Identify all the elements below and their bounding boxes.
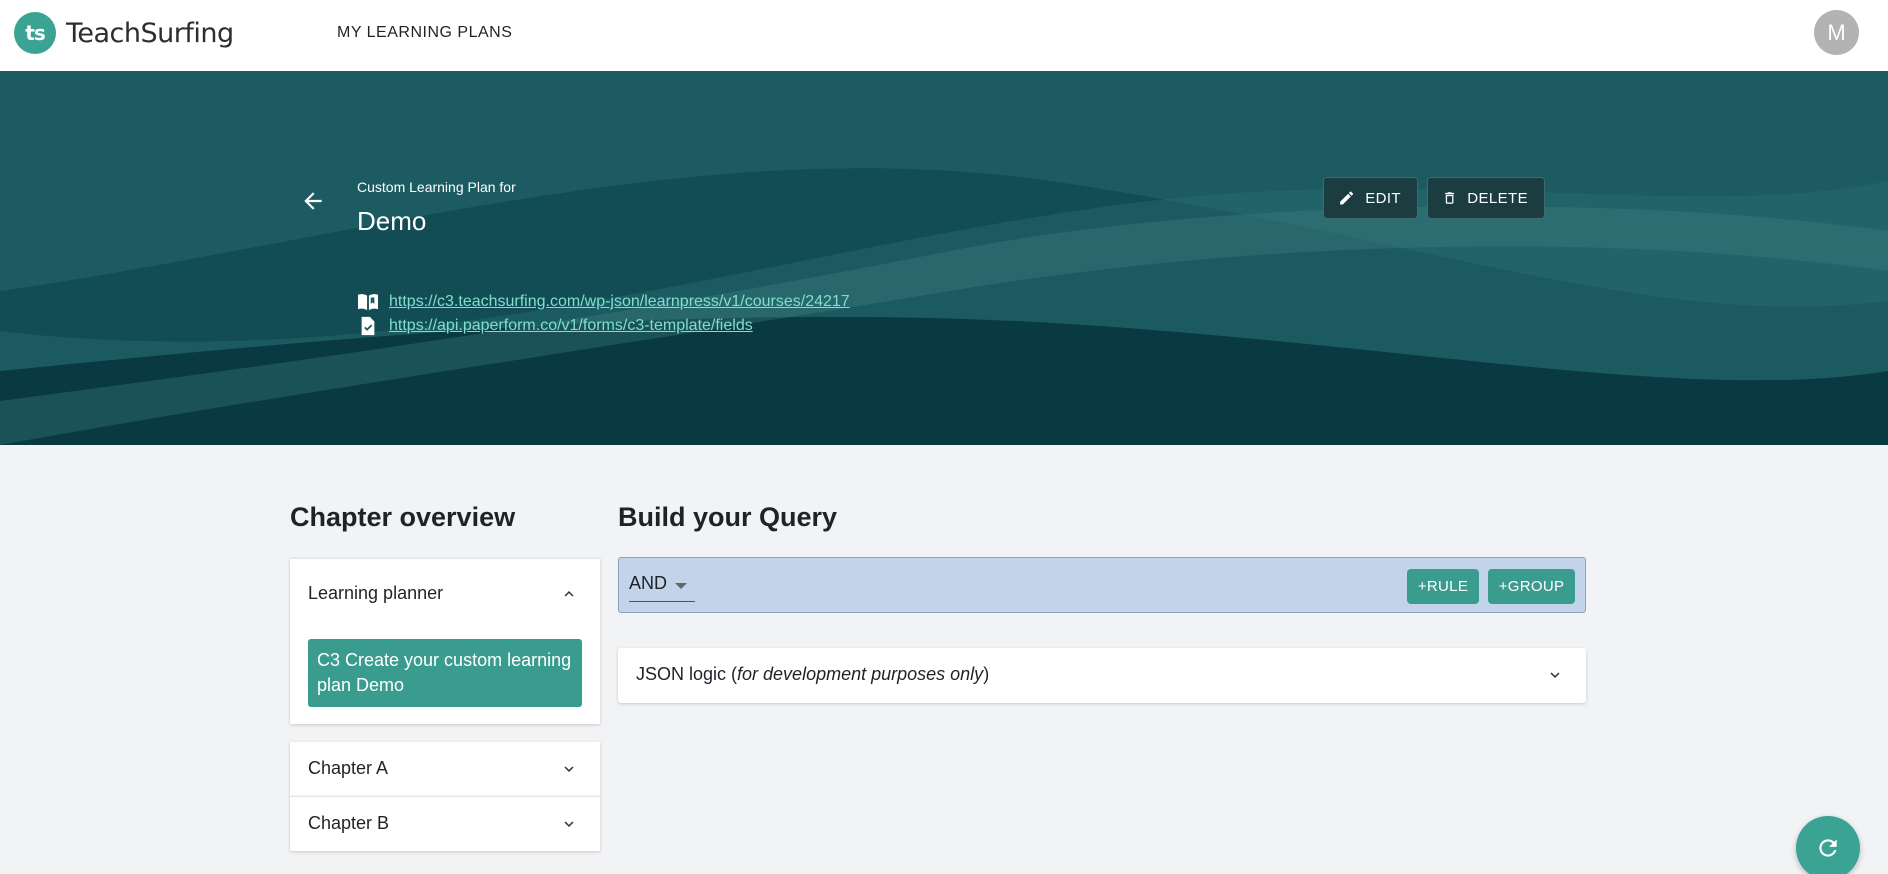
course-link-row: https://c3.teachsurfing.com/wp-json/lear… [357, 292, 850, 312]
refresh-icon [1819, 839, 1837, 857]
hero-subtitle: Custom Learning Plan for [357, 179, 516, 195]
top-navbar: ts TeachSurfing MY LEARNING PLANS M [0, 0, 1888, 71]
json-logic-prefix: JSON logic ( [636, 664, 738, 684]
app-logo[interactable]: ts TeachSurfing [14, 12, 234, 54]
json-logic-label: JSON logic (for development purposes onl… [636, 664, 989, 685]
chapter-b-panel[interactable]: Chapter B [290, 796, 600, 851]
caret-down-icon [675, 583, 687, 589]
json-logic-note: for development purposes only [737, 664, 984, 684]
nav-my-learning-plans[interactable]: MY LEARNING PLANS [337, 24, 512, 42]
edit-button-label: EDIT [1365, 189, 1401, 207]
learning-planner-label[interactable]: Learning planner [308, 583, 443, 604]
chapter-a-label: Chapter A [308, 758, 389, 778]
logo-icon: ts [14, 12, 56, 54]
chevron-down-icon[interactable] [1546, 666, 1564, 684]
build-query-title: Build your Query [618, 502, 838, 532]
add-group-button[interactable]: +GROUP [1488, 569, 1575, 604]
learning-planner-panel: Learning planner C3 Create your custom l… [290, 558, 600, 724]
form-link[interactable]: https://api.paperform.co/v1/forms/c3-tem… [389, 317, 753, 335]
chapter-a-panel[interactable]: Chapter A [290, 742, 600, 796]
json-logic-suffix: ) [983, 664, 990, 684]
delete-button[interactable]: DELETE [1427, 177, 1545, 219]
chevron-up-icon[interactable] [560, 585, 578, 603]
hero-waves-decoration [0, 168, 1888, 445]
book-icon [358, 294, 378, 311]
learning-plan-item[interactable]: C3 Create your custom learning plan Demo [308, 639, 582, 707]
file-check-icon [361, 316, 375, 336]
hero-banner: Custom Learning Plan for Demo EDIT DELET… [0, 71, 1888, 445]
chapter-b-label: Chapter B [308, 813, 390, 833]
form-link-row: https://api.paperform.co/v1/forms/c3-tem… [357, 316, 753, 336]
chevron-down-icon[interactable] [560, 815, 578, 833]
query-group: AND +RULE +GROUP [618, 557, 1586, 613]
delete-button-label: DELETE [1467, 189, 1528, 207]
user-avatar[interactable]: M [1814, 10, 1859, 55]
chevron-down-icon[interactable] [560, 760, 578, 778]
chapter-overview-title: Chapter overview [290, 502, 516, 532]
back-arrow-icon[interactable] [300, 188, 326, 214]
edit-button[interactable]: EDIT [1323, 177, 1418, 219]
refresh-button[interactable] [1796, 816, 1860, 874]
course-link[interactable]: https://c3.teachsurfing.com/wp-json/lear… [389, 293, 850, 311]
json-logic-panel[interactable]: JSON logic (for development purposes onl… [618, 648, 1586, 703]
combinator-select[interactable]: AND [629, 572, 695, 602]
add-rule-button[interactable]: +RULE [1407, 569, 1479, 604]
page-title: Demo [357, 206, 427, 236]
app-name: TeachSurfing [66, 17, 234, 49]
combinator-value: AND [629, 573, 668, 593]
trash-icon [1445, 192, 1455, 204]
pencil-icon [1340, 191, 1354, 205]
